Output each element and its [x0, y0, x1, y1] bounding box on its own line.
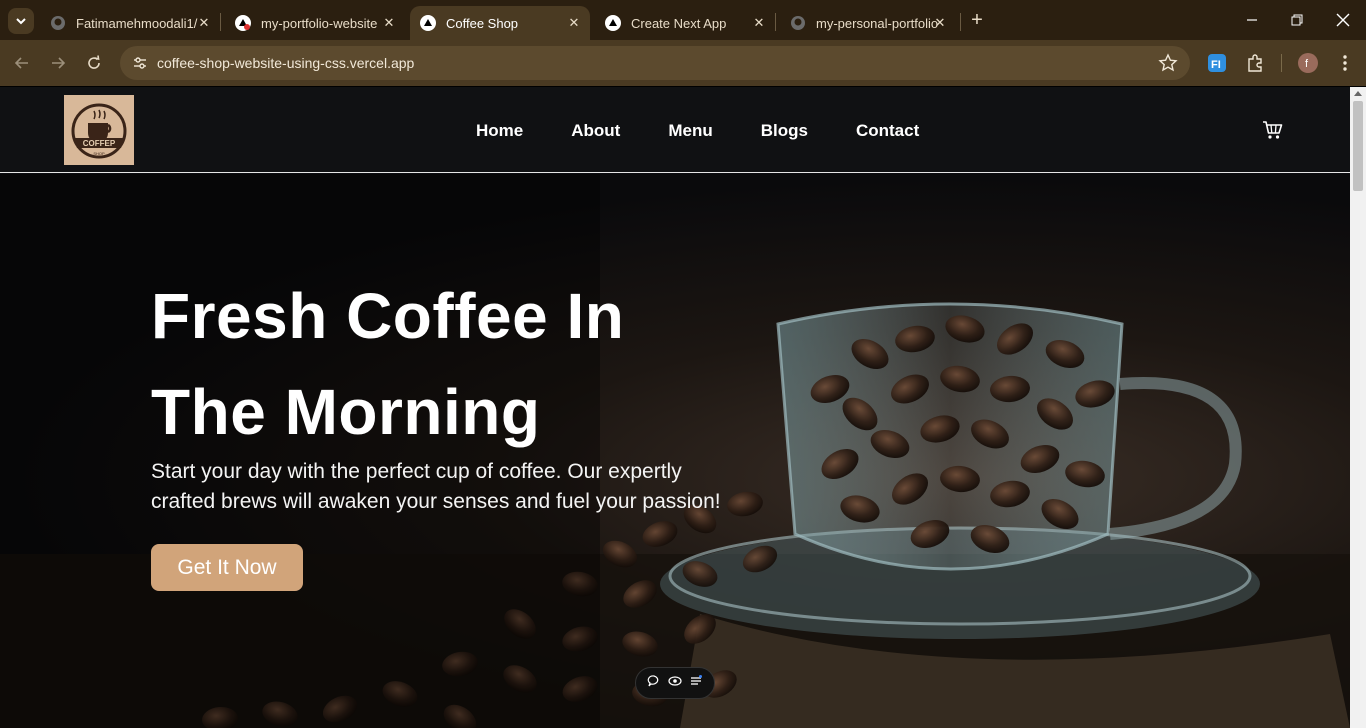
- coffee-shop-logo[interactable]: COFFEP SHOP: [64, 95, 134, 165]
- new-tab-button[interactable]: +: [966, 9, 988, 31]
- tab-title: my-personal-portfolio: [816, 15, 938, 31]
- logo-subtext: SHOP: [93, 151, 105, 156]
- tab-coffee-shop[interactable]: Coffee Shop ✕: [410, 6, 590, 40]
- svg-text:FI: FI: [1211, 59, 1221, 71]
- nav-contact[interactable]: Contact: [856, 121, 919, 141]
- tab-separator: [775, 13, 776, 31]
- extension-fi-icon[interactable]: FI: [1207, 53, 1227, 73]
- url-text: coffee-shop-website-using-css.vercel.app: [157, 55, 415, 71]
- tab-separator: [960, 13, 961, 31]
- tab-create-next-app[interactable]: Create Next App ✕: [595, 6, 775, 40]
- back-arrow-icon[interactable]: [11, 52, 33, 74]
- tab-separator: [220, 13, 221, 31]
- tab-github-profile[interactable]: Fatimamehmoodali1/ ✕: [40, 6, 220, 40]
- bookmark-star-icon[interactable]: [1158, 53, 1178, 73]
- tab-title: my-portfolio-website: [261, 15, 378, 31]
- close-tab-icon[interactable]: ✕: [196, 15, 212, 31]
- cart-icon[interactable]: [1262, 119, 1284, 141]
- address-bar[interactable]: coffee-shop-website-using-css.vercel.app: [120, 46, 1190, 80]
- tab-title: Create Next App: [631, 15, 727, 31]
- hero-title: Fresh Coffee In The Morning: [151, 268, 624, 460]
- tab-search-button[interactable]: [8, 8, 34, 34]
- restore-window-icon[interactable]: [1285, 8, 1309, 32]
- page-scrollbar[interactable]: [1350, 87, 1366, 728]
- floating-toolbar: [635, 667, 715, 699]
- tab-title: Fatimamehmoodali1/: [76, 15, 198, 31]
- github-icon: [790, 15, 806, 31]
- forward-arrow-icon[interactable]: [47, 52, 69, 74]
- profile-avatar[interactable]: f: [1298, 53, 1318, 73]
- vercel-icon: [605, 15, 621, 31]
- tab-my-portfolio-website[interactable]: my-portfolio-website ✕: [225, 6, 405, 40]
- nav-blogs[interactable]: Blogs: [761, 121, 808, 141]
- web-page: COFFEP SHOP Home About Menu Blogs Contac…: [0, 87, 1350, 728]
- github-icon: [50, 15, 66, 31]
- scroll-up-arrow-icon[interactable]: [1354, 91, 1362, 96]
- eye-icon[interactable]: [668, 674, 682, 693]
- toolbar-separator: [1281, 54, 1282, 72]
- get-it-now-button[interactable]: Get It Now: [151, 544, 303, 591]
- vercel-icon: [420, 15, 436, 31]
- logo-text: COFFEP: [83, 139, 116, 148]
- hero-title-line-2: The Morning: [151, 376, 541, 448]
- tab-my-personal-portfolio[interactable]: my-personal-portfolio ✕: [780, 6, 956, 40]
- vercel-icon: [235, 15, 251, 31]
- site-header: COFFEP SHOP Home About Menu Blogs Contac…: [0, 87, 1350, 173]
- browser-menu-icon[interactable]: [1335, 53, 1355, 73]
- hero-subtitle: Start your day with the perfect cup of c…: [151, 460, 721, 513]
- scrollbar-thumb[interactable]: [1353, 101, 1363, 191]
- close-tab-icon[interactable]: ✕: [381, 15, 397, 31]
- minimize-window-icon[interactable]: [1240, 8, 1264, 32]
- nav-about[interactable]: About: [571, 121, 620, 141]
- close-tab-icon[interactable]: ✕: [932, 15, 948, 31]
- nav-home[interactable]: Home: [476, 121, 523, 141]
- extensions-puzzle-icon[interactable]: [1245, 53, 1265, 73]
- close-window-icon[interactable]: [1331, 8, 1355, 32]
- browser-toolbar: coffee-shop-website-using-css.vercel.app…: [0, 40, 1366, 86]
- tab-title: Coffee Shop: [446, 15, 519, 31]
- nav-menu[interactable]: Menu: [668, 121, 712, 141]
- chevron-down-icon: [16, 18, 26, 25]
- comment-icon[interactable]: [647, 674, 661, 693]
- close-tab-icon[interactable]: ✕: [751, 15, 767, 31]
- site-settings-icon[interactable]: [132, 55, 148, 71]
- browser-tabbar: Fatimamehmoodali1/ ✕ my-portfolio-websit…: [0, 0, 1366, 40]
- main-nav: Home About Menu Blogs Contact: [476, 121, 967, 141]
- list-menu-icon[interactable]: [689, 674, 703, 693]
- reload-icon[interactable]: [83, 52, 105, 74]
- hero-title-line-1: Fresh Coffee In: [151, 280, 625, 352]
- hero-section: Fresh Coffee In The Morning Start your d…: [0, 174, 1350, 728]
- close-tab-icon[interactable]: ✕: [566, 15, 582, 31]
